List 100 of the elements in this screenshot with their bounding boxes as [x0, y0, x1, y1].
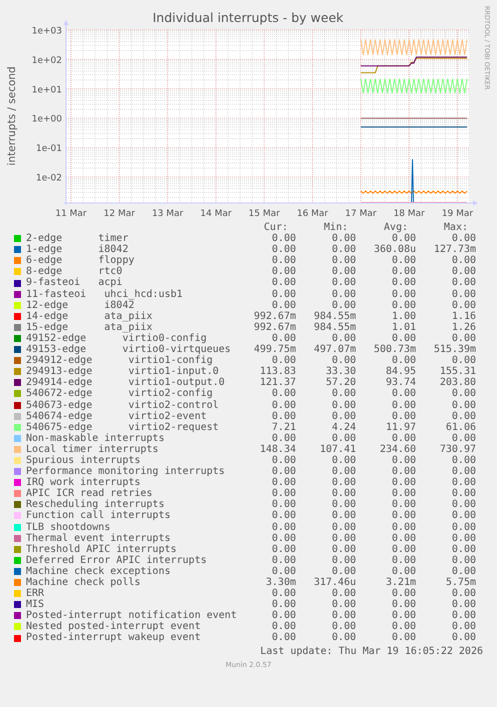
table-cell-text: 0.00	[330, 499, 356, 510]
table-cell-text: 0.00	[270, 588, 296, 600]
legend-label: 9-fasteoi acpi	[25, 277, 124, 289]
table-cell-text: 0.00	[390, 566, 416, 577]
table-cell-text: 0.00	[270, 532, 296, 544]
table-cell-text: 0.00	[330, 477, 356, 488]
legend-label: MIS	[25, 599, 44, 610]
table-cell-text: 0.00	[330, 332, 356, 344]
table-cell-text: 0.00	[450, 277, 476, 289]
table-cell-text: 0.00	[390, 288, 416, 300]
table-cell-text: 497.07m	[312, 344, 356, 356]
table-cell-text: 3.30m	[264, 577, 296, 588]
tick-label: 1e-02	[36, 173, 62, 184]
table-cell-text: 0.00	[450, 355, 476, 366]
legend-label: 11-fasteoi uhci_hcd:usb1	[25, 288, 184, 300]
table-cell-text: 0.00	[390, 599, 416, 610]
legend-label: Nested posted-interrupt event	[25, 621, 202, 632]
table-cell-text: 0.00	[330, 255, 356, 266]
table-cell-text: 0.00	[330, 288, 356, 300]
legend-label: Machine check polls	[25, 577, 142, 588]
table-cell-text: 0.00	[270, 300, 296, 311]
table-cell-text: 515.39m	[432, 344, 476, 356]
table-cell-text: 992.67m	[252, 310, 296, 322]
table-cell-text: 121.37	[258, 377, 296, 388]
table-cell-text: 0.00	[270, 632, 296, 644]
legend-label: 14-edge ata_piix	[25, 310, 154, 322]
legend-label: 294912-edge virtio1-config	[25, 355, 213, 366]
table-cell-text: 0.00	[450, 621, 476, 632]
tick-label: 14 Mar	[200, 209, 232, 219]
table-cell-text: 1.26	[450, 322, 476, 333]
last-update-text: Last update: Thu Mar 19 16:05:22 2026	[260, 646, 483, 658]
legend-label: 6-edge floppy	[25, 255, 136, 266]
table-cell-text: 0.00	[330, 610, 356, 622]
column-header: Min:	[322, 222, 349, 234]
legend-label: 8-edge rtc0	[25, 266, 124, 278]
table-cell-text: 0.00	[330, 566, 356, 577]
tick-label: 15 Mar	[248, 209, 280, 219]
table-cell-text: 0.00	[330, 532, 356, 544]
table-cell-text: 0.00	[330, 554, 356, 566]
legend-label: Thermal event interrupts	[25, 532, 170, 544]
legend-label: Non-maskable interrupts	[25, 432, 166, 444]
legend-label: 1-edge i8042	[25, 244, 128, 256]
table-cell-text: 0.00	[390, 532, 416, 544]
tick-label: 17 Mar	[345, 209, 376, 219]
tick-label: 1e-01	[36, 144, 62, 154]
table-cell-text: 992.67m	[252, 322, 296, 333]
table-cell-text: 11.97	[384, 422, 416, 433]
table-cell-text: 0.00	[330, 632, 356, 644]
legend-label: 540674-edge virtio2-event	[25, 410, 208, 422]
table-cell-text: 0.00	[390, 454, 416, 466]
table-cell-text: 0.00	[330, 466, 356, 478]
table-cell-text: 0.00	[270, 410, 296, 422]
table-cell-text: 0.00	[450, 466, 476, 478]
table-cell-text: 0.00	[330, 510, 356, 522]
table-cell-text: 84.95	[384, 366, 416, 378]
legend-label: TLB shootdowns	[25, 522, 112, 533]
table-cell-text: 0.00	[390, 255, 416, 266]
table-cell-text: 499.75m	[252, 344, 296, 356]
axis-title: interrupts / second	[6, 66, 18, 166]
legend-label: 49152-edge virtio0-config	[25, 332, 208, 344]
table-cell-text: 1.16	[450, 310, 476, 322]
legend-label: 540675-edge virtio2-request	[25, 422, 220, 433]
table-cell-text: 0.00	[270, 554, 296, 566]
tick-label: 13 Mar	[152, 209, 184, 219]
table-cell-text: 984.55m	[312, 310, 356, 322]
table-cell-text: 113.83	[258, 366, 296, 378]
table-cell-text: 0.00	[330, 544, 356, 555]
tick-label: 1e+02	[32, 56, 62, 66]
legend-label: 540673-edge virtio2-control	[25, 400, 220, 411]
table-cell-text: 0.00	[270, 544, 296, 555]
table-cell-text: 0.00	[390, 355, 416, 366]
table-cell-text: 0.00	[390, 432, 416, 444]
legend-label: ERR	[25, 588, 46, 600]
tick-label: 1e+01	[32, 85, 62, 96]
table-cell-text: 234.60	[378, 444, 416, 455]
table-cell-text: 0.00	[390, 510, 416, 522]
legend-label: 294914-edge virtio1-output.0	[25, 377, 226, 388]
legend-label: Posted-interrupt wakeup event	[25, 632, 202, 644]
table-cell-text: 0.00	[330, 454, 356, 466]
table-cell-text: 4.24	[330, 422, 356, 433]
table-cell-text: 0.00	[390, 488, 416, 500]
table-cell-text: 0.00	[450, 410, 476, 422]
legend-label: Local timer interrupts	[25, 444, 160, 455]
table-cell-text: 0.00	[390, 588, 416, 600]
legend-label: Machine check exceptions	[25, 566, 172, 577]
table-cell-text: 0.00	[330, 522, 356, 533]
table-cell-text: 0.00	[450, 488, 476, 500]
table-cell-text: 203.80	[438, 377, 476, 388]
legend-label: 540672-edge virtio2-config	[25, 388, 214, 400]
legend-label: IRQ work interrupts	[25, 477, 140, 488]
table-cell-text: 0.00	[270, 255, 296, 266]
tick-label: 12 Mar	[104, 209, 135, 219]
table-cell-text: 0.00	[390, 477, 416, 488]
table-cell-text: 0.00	[270, 400, 296, 411]
table-cell-text: 0.00	[450, 288, 476, 300]
table-cell-text: 984.55m	[312, 322, 356, 333]
table-cell-text: 0.00	[270, 510, 296, 522]
table-cell-text: 0.00	[390, 388, 416, 400]
table-cell-text: 0.00	[270, 488, 296, 500]
table-cell-text: 0.00	[270, 454, 296, 466]
